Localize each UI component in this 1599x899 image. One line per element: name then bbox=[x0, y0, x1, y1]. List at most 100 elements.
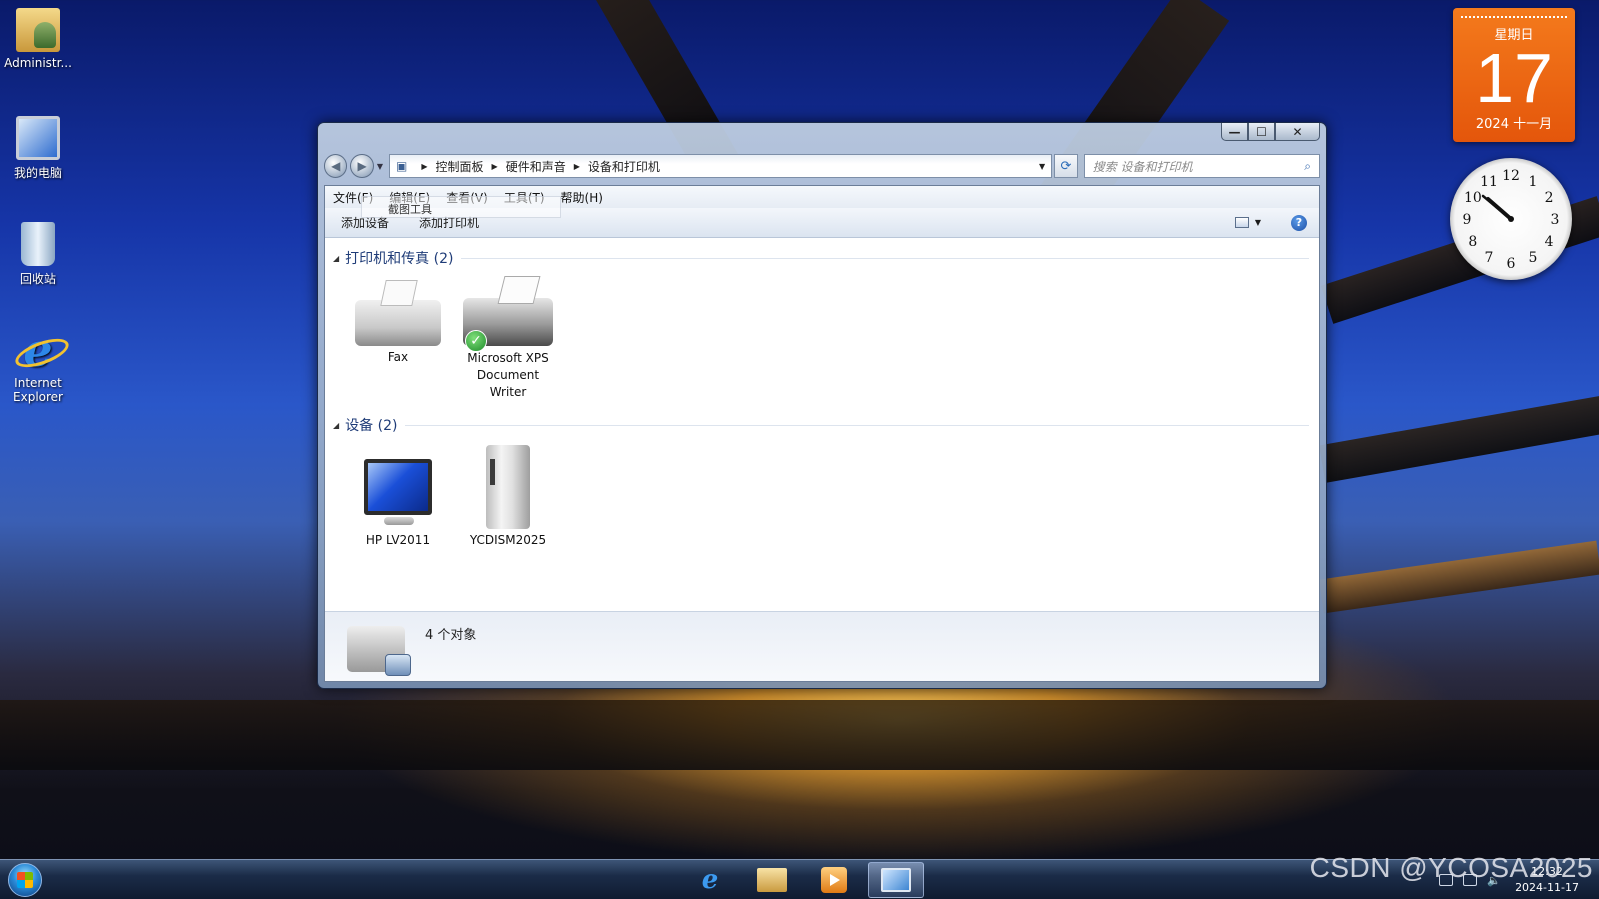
clock-numeral: 12 bbox=[1502, 168, 1520, 184]
media-player-icon bbox=[821, 867, 847, 893]
computer-icon bbox=[16, 116, 60, 160]
internet-explorer-icon: e bbox=[16, 327, 60, 373]
desktop-icon-my-computer[interactable]: 我的电脑 bbox=[0, 116, 76, 181]
device-item-xps-writer[interactable]: ✓ Microsoft XPS Document Writer bbox=[453, 278, 563, 401]
default-checkmark-icon: ✓ bbox=[465, 330, 487, 352]
forward-button[interactable]: ▶ bbox=[350, 154, 374, 178]
clock-numeral: 7 bbox=[1485, 250, 1494, 266]
menu-help[interactable]: 帮助(H) bbox=[561, 189, 603, 206]
device-item-monitor[interactable]: HP LV2011 bbox=[343, 445, 453, 547]
watermark: CSDN @YCOSA2025 bbox=[1309, 852, 1593, 883]
desktop-icon-label: Internet Explorer bbox=[13, 376, 63, 404]
address-dropdown-icon[interactable]: ▼ bbox=[1039, 162, 1045, 171]
calendar-gadget[interactable]: 星期日 17 2024 十一月 bbox=[1453, 8, 1575, 142]
fax-icon bbox=[355, 300, 441, 346]
clock-center bbox=[1508, 216, 1514, 222]
snipping-tool-tooltip: 截图工具 bbox=[361, 196, 561, 218]
taskbar-windows-explorer[interactable] bbox=[744, 862, 800, 898]
start-button[interactable] bbox=[8, 863, 42, 897]
group-divider bbox=[405, 424, 1309, 426]
address-bar[interactable]: ▣ ▶ 控制面板 ▶ 硬件和声音 ▶ 设备和打印机 ▼ bbox=[389, 154, 1053, 178]
internet-explorer-icon: e bbox=[701, 865, 719, 895]
control-panel-icon bbox=[881, 868, 911, 892]
close-button[interactable]: ✕ bbox=[1275, 123, 1320, 141]
clock-numeral: 6 bbox=[1507, 256, 1516, 272]
minimize-button[interactable]: — bbox=[1221, 123, 1248, 141]
device-label: YCDISM2025 bbox=[469, 533, 547, 547]
search-input[interactable]: 搜索 设备和打印机 ⌕ bbox=[1083, 154, 1320, 178]
folder-icon bbox=[757, 868, 787, 892]
breadcrumb-separator[interactable]: ▶ bbox=[492, 162, 498, 171]
clock-minute-hand bbox=[1481, 194, 1513, 221]
refresh-button[interactable]: ⟳ bbox=[1054, 154, 1078, 178]
taskbar-internet-explorer[interactable]: e bbox=[682, 862, 738, 898]
help-icon[interactable]: ? bbox=[1291, 214, 1307, 231]
taskbar-control-panel[interactable] bbox=[868, 862, 924, 898]
clock-gadget[interactable]: 12 1 2 3 4 5 6 7 8 9 10 11 bbox=[1450, 158, 1572, 280]
breadcrumb-separator[interactable]: ▶ bbox=[421, 162, 427, 171]
clock-numeral: 4 bbox=[1545, 234, 1554, 250]
windows-logo-icon bbox=[17, 872, 33, 888]
clock-numeral: 11 bbox=[1480, 174, 1498, 190]
view-options-dropdown[interactable]: ▼ bbox=[1255, 218, 1261, 227]
devices-list: HP LV2011 YCDISM2025 bbox=[325, 445, 1319, 547]
device-label: Fax bbox=[387, 350, 409, 364]
recycle-bin-icon bbox=[21, 222, 55, 266]
background-beam bbox=[1318, 395, 1599, 483]
background-beam bbox=[0, 700, 1599, 770]
clock-numeral: 5 bbox=[1529, 250, 1538, 266]
clock-numeral: 9 bbox=[1463, 212, 1472, 228]
devices-printers-icon bbox=[347, 626, 411, 676]
device-item-fax[interactable]: Fax bbox=[343, 278, 453, 401]
clock-numeral: 1 bbox=[1529, 174, 1538, 190]
navigation-bar: ◀ ▶ ▼ ▣ ▶ 控制面板 ▶ 硬件和声音 ▶ 设备和打印机 ▼ ⟳ 搜索 设… bbox=[324, 153, 1320, 179]
group-title: 设备 (2) bbox=[345, 418, 398, 434]
breadcrumb-control-panel[interactable]: 控制面板 bbox=[436, 158, 484, 175]
breadcrumb-separator[interactable]: ▶ bbox=[574, 162, 580, 171]
change-view-icon[interactable] bbox=[1234, 217, 1249, 228]
recent-pages-dropdown[interactable]: ▼ bbox=[377, 162, 383, 171]
calendar-year-month: 2024 十一月 bbox=[1475, 117, 1553, 132]
device-label: Microsoft XPS Document Writer bbox=[467, 351, 549, 399]
clock-numeral: 10 bbox=[1464, 190, 1482, 206]
caption-buttons: — ☐ ✕ bbox=[1221, 123, 1320, 141]
breadcrumb-hardware-sound[interactable]: 硬件和声音 bbox=[506, 158, 566, 175]
collapse-triangle-icon[interactable]: ◢ bbox=[333, 421, 339, 430]
user-folder-icon bbox=[16, 8, 60, 52]
desktop-icon-label: 我的电脑 bbox=[13, 166, 62, 180]
devices-and-printers-window[interactable]: — ☐ ✕ ◀ ▶ ▼ ▣ ▶ 控制面板 ▶ 硬件和声音 ▶ 设备和打印机 ▼ … bbox=[317, 122, 1327, 689]
device-item-computer[interactable]: YCDISM2025 bbox=[453, 445, 563, 547]
group-divider bbox=[461, 257, 1309, 259]
group-printers-header[interactable]: ◢ 打印机和传真 (2) bbox=[333, 248, 1309, 268]
clock-face: 12 12 3 45678 9 1011 bbox=[1463, 168, 1560, 272]
maximize-button[interactable]: ☐ bbox=[1248, 123, 1275, 141]
printers-list: Fax ✓ Microsoft XPS Document Writer bbox=[325, 278, 1319, 401]
search-icon[interactable]: ⌕ bbox=[1304, 159, 1311, 174]
background-beam bbox=[1318, 540, 1599, 614]
computer-tower-icon bbox=[486, 445, 530, 529]
desktop-icon-internet-explorer[interactable]: e Internet Explorer bbox=[0, 327, 76, 404]
desktop-icon-label: 回收站 bbox=[19, 272, 56, 286]
clock-numeral: 8 bbox=[1468, 234, 1477, 250]
group-devices-header[interactable]: ◢ 设备 (2) bbox=[333, 415, 1309, 435]
back-button[interactable]: ◀ bbox=[324, 154, 348, 178]
group-title: 打印机和传真 (2) bbox=[345, 251, 454, 267]
printer-icon: ✓ bbox=[463, 298, 553, 352]
window-content: 文件(F) 编辑(E) 查看(V) 工具(T) 帮助(H) 截图工具 添加设备 … bbox=[324, 185, 1320, 682]
object-count: 4 个对象 bbox=[425, 628, 477, 643]
calendar-day: 17 bbox=[1475, 39, 1553, 117]
command-bar-right: ▼ ? bbox=[1234, 214, 1307, 231]
desktop-icon-label: Administr... bbox=[4, 56, 72, 70]
taskbar-media-player[interactable] bbox=[806, 862, 862, 898]
desktop-icon-recycle-bin[interactable]: 回收站 bbox=[0, 222, 76, 287]
details-pane: 4 个对象 bbox=[325, 611, 1319, 681]
desktop-icon-user-folder[interactable]: Administr... bbox=[0, 8, 76, 70]
clock-numeral: 3 bbox=[1551, 212, 1560, 228]
calendar-rings bbox=[1461, 8, 1567, 18]
breadcrumb-devices-printers[interactable]: 设备和打印机 bbox=[588, 158, 660, 175]
monitor-icon bbox=[364, 459, 432, 525]
collapse-triangle-icon[interactable]: ◢ bbox=[333, 254, 339, 263]
clock-numeral: 2 bbox=[1545, 190, 1554, 206]
search-placeholder: 搜索 设备和打印机 bbox=[1092, 159, 1193, 174]
device-label: HP LV2011 bbox=[365, 533, 431, 547]
